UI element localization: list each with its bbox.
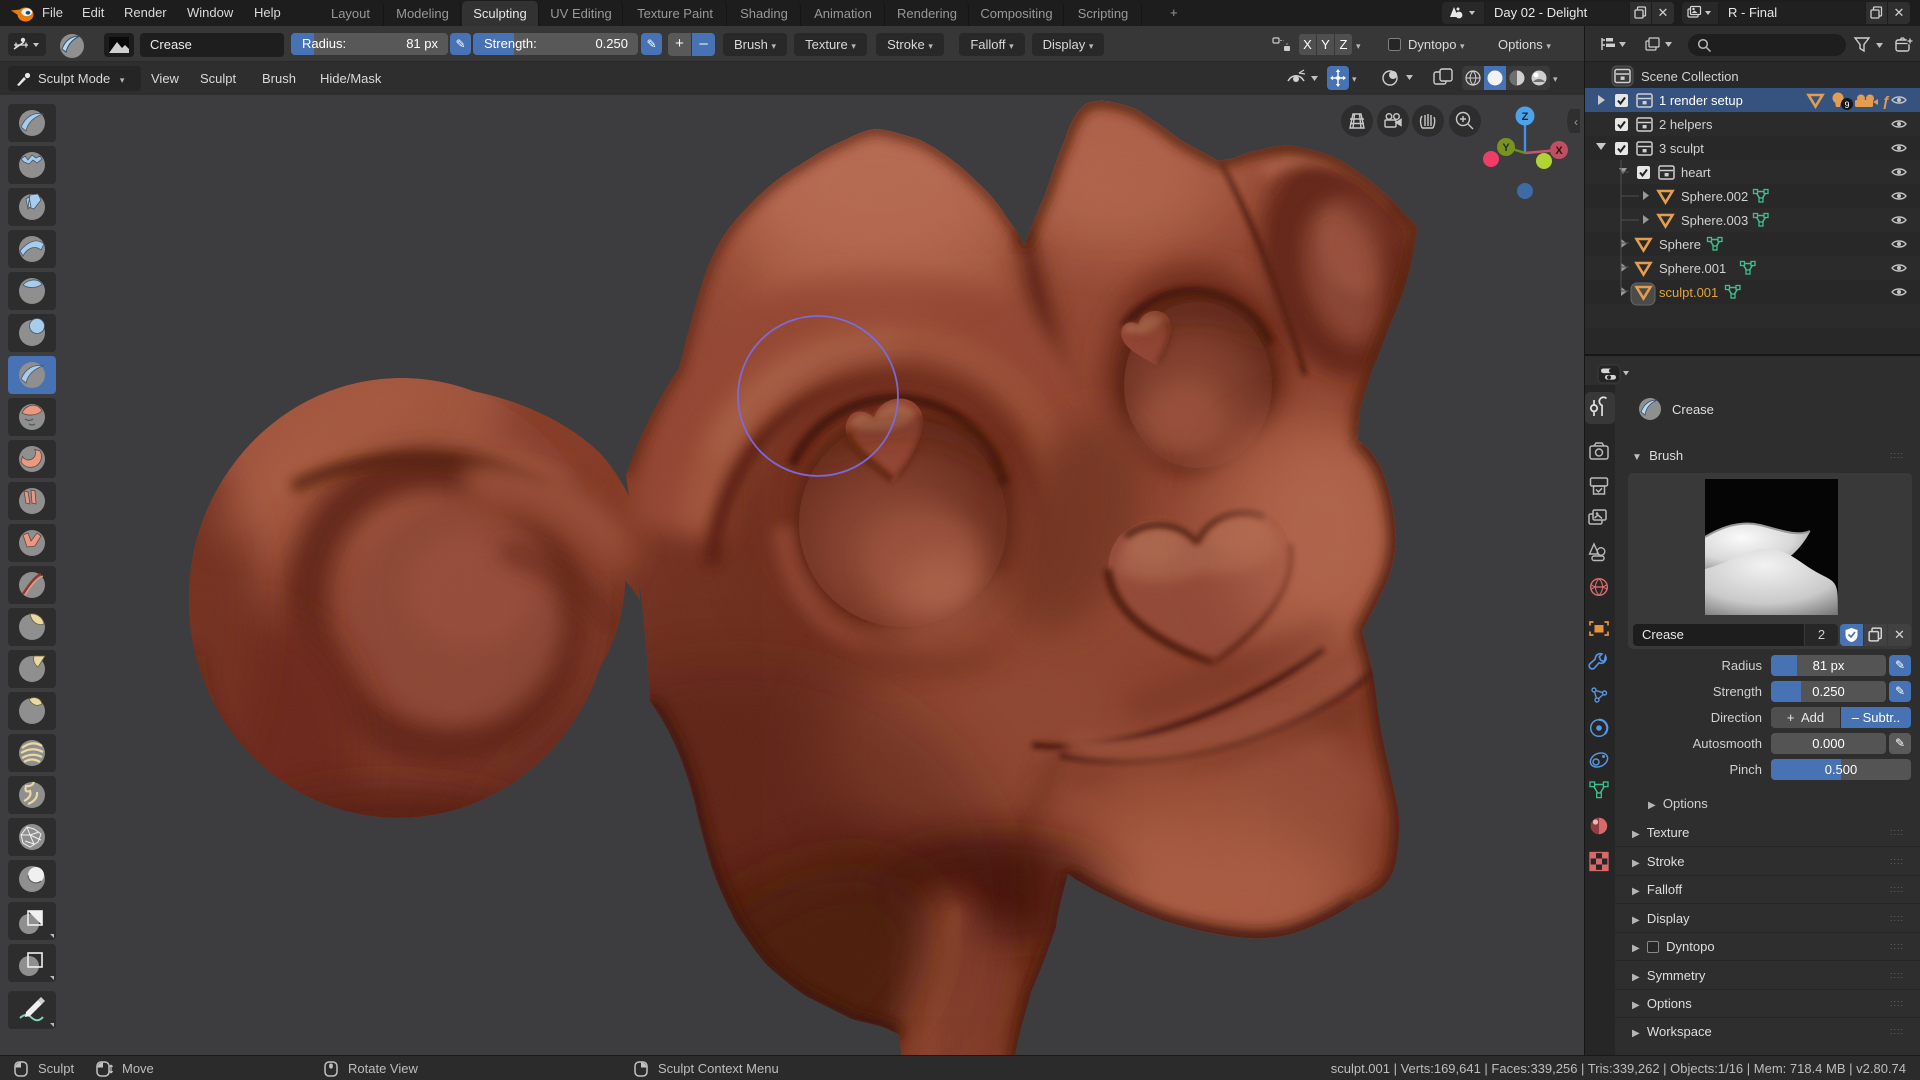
svg-text:X: X xyxy=(1555,145,1563,157)
svg-text:2 helpers: 2 helpers xyxy=(1659,117,1713,132)
svg-text:Scene Collection: Scene Collection xyxy=(1641,69,1739,84)
svg-text:Sphere.001: Sphere.001 xyxy=(1659,261,1726,276)
svg-text:9: 9 xyxy=(1844,100,1849,110)
svg-text:Sphere: Sphere xyxy=(1659,237,1701,252)
svg-text:ƒ: ƒ xyxy=(1882,93,1890,109)
svg-text:Y: Y xyxy=(1502,142,1510,154)
svg-text:Sphere.003: Sphere.003 xyxy=(1681,213,1748,228)
svg-text:Sphere.002: Sphere.002 xyxy=(1681,189,1748,204)
svg-text:heart: heart xyxy=(1681,165,1711,180)
svg-text:‹: ‹ xyxy=(1574,115,1578,129)
svg-text:1 render setup: 1 render setup xyxy=(1659,93,1743,108)
svg-text:Z: Z xyxy=(1522,111,1529,123)
svg-text:sculpt.001: sculpt.001 xyxy=(1659,285,1718,300)
svg-text:3 sculpt: 3 sculpt xyxy=(1659,141,1704,156)
